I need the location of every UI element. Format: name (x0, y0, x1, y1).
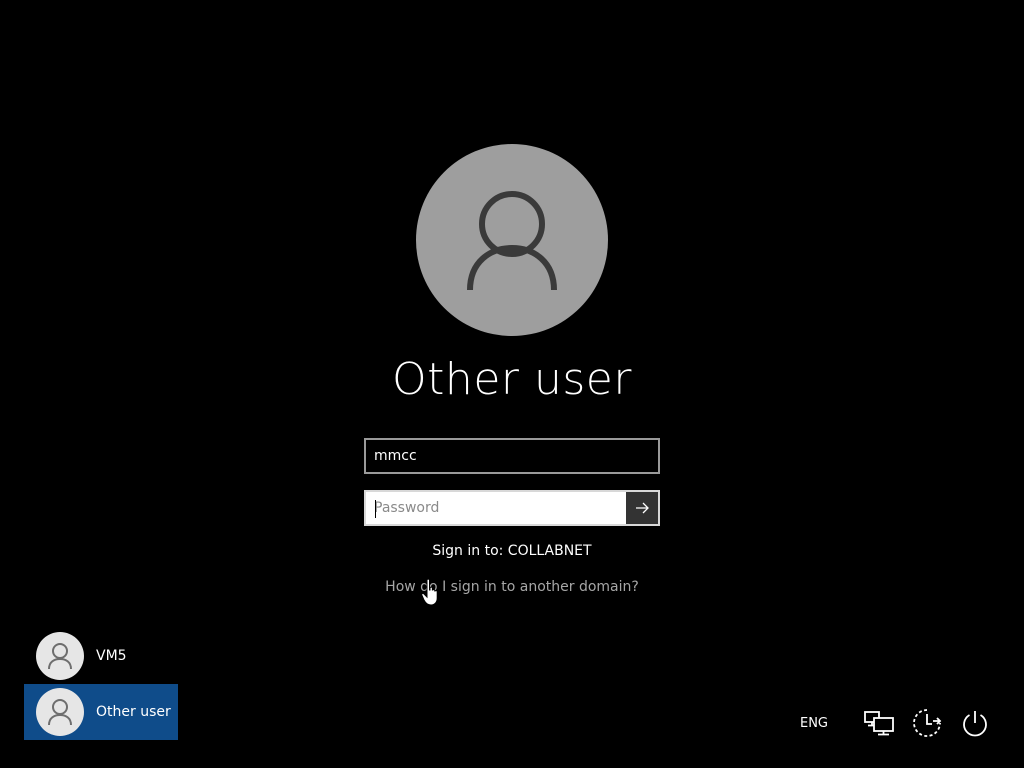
user-switcher-list: VM5 Other user (24, 628, 178, 740)
password-row (364, 490, 660, 526)
sign-in-domain-label: Sign in to: COLLABNET (432, 543, 592, 559)
language-indicator[interactable]: ENG (800, 716, 828, 731)
domain-help-link[interactable]: How do I sign in to another domain? (312, 579, 712, 595)
user-avatar-large (416, 144, 608, 336)
user-tile-other-user[interactable]: Other user (24, 684, 178, 740)
user-avatar-small (36, 688, 84, 736)
username-field-wrapper (364, 438, 660, 474)
person-icon (48, 699, 72, 726)
ease-of-access-icon (913, 709, 942, 737)
submit-button[interactable] (626, 492, 658, 524)
network-button[interactable] (862, 706, 896, 740)
lock-screen: Other user Sign in to: COLLABNET How do … (0, 0, 1024, 768)
person-icon (48, 643, 72, 670)
user-name-title: Other user (392, 354, 632, 405)
person-icon (467, 191, 557, 291)
user-avatar-small (36, 632, 84, 680)
user-tile-label: VM5 (96, 648, 127, 664)
user-tile-label: Other user (96, 704, 171, 720)
power-icon (963, 711, 987, 737)
user-tile-vm5[interactable]: VM5 (24, 628, 178, 684)
password-field[interactable] (366, 492, 626, 524)
ease-of-access-button[interactable] (910, 706, 944, 740)
password-field-wrapper (366, 492, 626, 524)
network-icon (864, 711, 894, 736)
arrow-right-icon (636, 502, 649, 514)
username-field[interactable] (366, 440, 658, 472)
power-button[interactable] (958, 706, 992, 740)
system-tray: ENG (800, 706, 992, 740)
text-caret (375, 500, 376, 518)
